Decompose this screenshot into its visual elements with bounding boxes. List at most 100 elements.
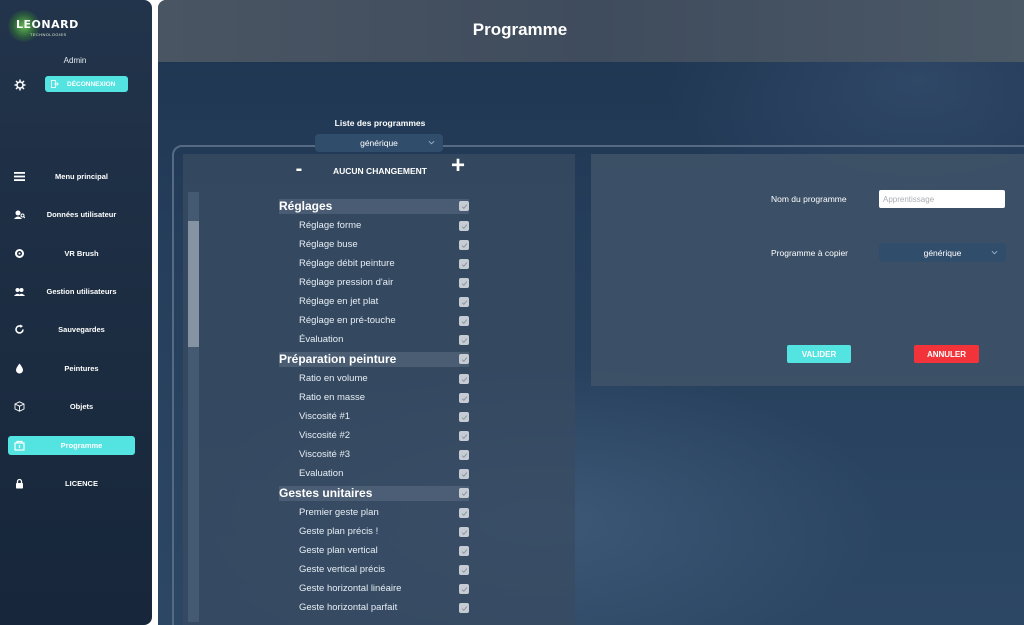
- tree-item[interactable]: Réglage buse: [279, 236, 469, 255]
- collapse-all-button[interactable]: -: [292, 158, 306, 181]
- check-icon: [461, 261, 467, 267]
- check-icon: [461, 433, 467, 439]
- sidebar-item-program[interactable]: Programme: [8, 436, 135, 455]
- program-list-title: Liste des programmes: [334, 118, 426, 128]
- tree-category[interactable]: Préparation peinture: [279, 352, 469, 367]
- tree-category[interactable]: Gestes unitaires: [279, 486, 469, 501]
- program-select[interactable]: générique: [315, 134, 443, 152]
- tree-item[interactable]: Geste horizontal linéaire: [279, 580, 469, 599]
- checkbox[interactable]: [459, 488, 469, 498]
- program-name-input[interactable]: [879, 190, 1005, 208]
- sidebar-item-label: Peintures: [64, 364, 99, 373]
- sidebar-item-paints[interactable]: Peintures: [8, 359, 135, 378]
- checkbox[interactable]: [459, 335, 469, 345]
- checkbox[interactable]: [459, 431, 469, 441]
- checkbox[interactable]: [459, 508, 469, 518]
- tree-item-label: Réglage forme: [299, 220, 362, 231]
- checkbox[interactable]: [459, 316, 469, 326]
- tree-item[interactable]: Ratio en masse: [279, 389, 469, 408]
- tree-item[interactable]: Viscosité #2: [279, 427, 469, 446]
- checkbox[interactable]: [459, 297, 469, 307]
- tree-item[interactable]: Geste plan vertical: [279, 542, 469, 561]
- sidebar-item-label: VR Brush: [64, 249, 99, 258]
- sidebar-item-backups[interactable]: Sauvegardes: [8, 320, 135, 339]
- tree-item-label: Réglage en jet plat: [299, 296, 379, 307]
- copy-program-select[interactable]: générique: [879, 243, 1006, 262]
- tree-item[interactable]: Viscosité #3: [279, 446, 469, 465]
- tree-item-label: Ratio en volume: [299, 373, 368, 384]
- logout-icon: [51, 80, 59, 88]
- check-icon: [461, 203, 467, 209]
- tree-item[interactable]: Premier geste plan: [279, 504, 469, 523]
- tree-item[interactable]: Viscosité #1: [279, 408, 469, 427]
- tree-item[interactable]: Geste vertical précis: [279, 561, 469, 580]
- tree-item-label: Premier geste plan: [299, 507, 379, 518]
- tree-item-label: Réglage en pré-touche: [299, 315, 396, 326]
- check-icon: [461, 242, 467, 248]
- validate-button[interactable]: VALIDER: [787, 345, 851, 363]
- tree-category-label: Préparation peinture: [279, 352, 397, 366]
- settings-gear-icon[interactable]: [14, 78, 26, 91]
- tree-item[interactable]: Réglage en jet plat: [279, 293, 469, 312]
- tree-item[interactable]: Réglage pression d'air: [279, 274, 469, 293]
- checkbox[interactable]: [459, 354, 469, 364]
- tree-item[interactable]: Evaluation: [279, 465, 469, 484]
- drop-icon: [14, 363, 25, 374]
- tree-item-label: Geste horizontal parfait: [299, 602, 398, 613]
- sidebar-item-user-management[interactable]: Gestion utilisateurs: [8, 282, 135, 301]
- users-icon: [14, 286, 25, 297]
- program-icon: [14, 440, 25, 451]
- main-content: Programme Liste des programmes générique…: [158, 0, 1024, 625]
- check-icon: [461, 280, 467, 286]
- tree-item[interactable]: Ratio en volume: [279, 370, 469, 389]
- tree-item-label: Réglage débit peinture: [299, 258, 395, 269]
- tree-item[interactable]: Évaluation: [279, 331, 469, 350]
- tree-item[interactable]: Réglage débit peinture: [279, 255, 469, 274]
- checkbox[interactable]: [459, 565, 469, 575]
- logout-button[interactable]: DÉCONNEXION: [45, 76, 128, 92]
- checkbox[interactable]: [459, 201, 469, 211]
- sidebar-item-vr-brush[interactable]: VR Brush: [8, 244, 135, 263]
- cube-icon: [14, 401, 25, 412]
- sidebar-item-main-menu[interactable]: Menu principal: [8, 167, 135, 186]
- tree-item-label: Evaluation: [299, 468, 344, 479]
- tree-scrollbar-thumb[interactable]: [188, 221, 199, 347]
- checkbox[interactable]: [459, 527, 469, 537]
- checkbox[interactable]: [459, 278, 469, 288]
- logout-label: DÉCONNEXION: [67, 80, 116, 88]
- tree-item-label: Réglage buse: [299, 239, 358, 250]
- sidebar-item-license[interactable]: LICENCE: [8, 474, 135, 493]
- tree-item[interactable]: Réglage forme: [279, 217, 469, 236]
- user-data-icon: [14, 209, 25, 220]
- tree-item-label: Geste vertical précis: [299, 564, 386, 575]
- check-icon: [461, 395, 467, 401]
- chevron-down-icon: [428, 140, 435, 145]
- refresh-icon: [14, 324, 25, 335]
- sidebar-item-user-data[interactable]: Données utilisateur: [8, 205, 135, 224]
- program-select-value: générique: [360, 138, 398, 148]
- tree-item-label: Réglage pression d'air: [299, 277, 394, 288]
- logo-subtext: TECHNOLOGIES: [30, 32, 67, 37]
- checkbox[interactable]: [459, 546, 469, 556]
- sidebar-item-label: Gestion utilisateurs: [46, 287, 117, 296]
- tree-category[interactable]: Réglages: [279, 199, 469, 214]
- tree-item[interactable]: Geste horizontal parfait: [279, 599, 469, 618]
- checkbox[interactable]: [459, 469, 469, 479]
- check-icon: [461, 471, 467, 477]
- checkbox[interactable]: [459, 221, 469, 231]
- sidebar-item-objects[interactable]: Objets: [8, 397, 135, 416]
- checkbox[interactable]: [459, 584, 469, 594]
- checkbox[interactable]: [459, 240, 469, 250]
- checkbox[interactable]: [459, 450, 469, 460]
- checkbox[interactable]: [459, 259, 469, 269]
- expand-all-button[interactable]: +: [449, 152, 467, 180]
- cancel-button[interactable]: ANNULER: [914, 345, 979, 363]
- tree-item[interactable]: Geste plan précis !: [279, 523, 469, 542]
- check-icon: [461, 586, 467, 592]
- checkbox[interactable]: [459, 374, 469, 384]
- checkbox[interactable]: [459, 393, 469, 403]
- checkbox[interactable]: [459, 603, 469, 613]
- tree-item[interactable]: Réglage en pré-touche: [279, 312, 469, 331]
- checkbox[interactable]: [459, 412, 469, 422]
- logo-text: LEONARD: [16, 18, 79, 31]
